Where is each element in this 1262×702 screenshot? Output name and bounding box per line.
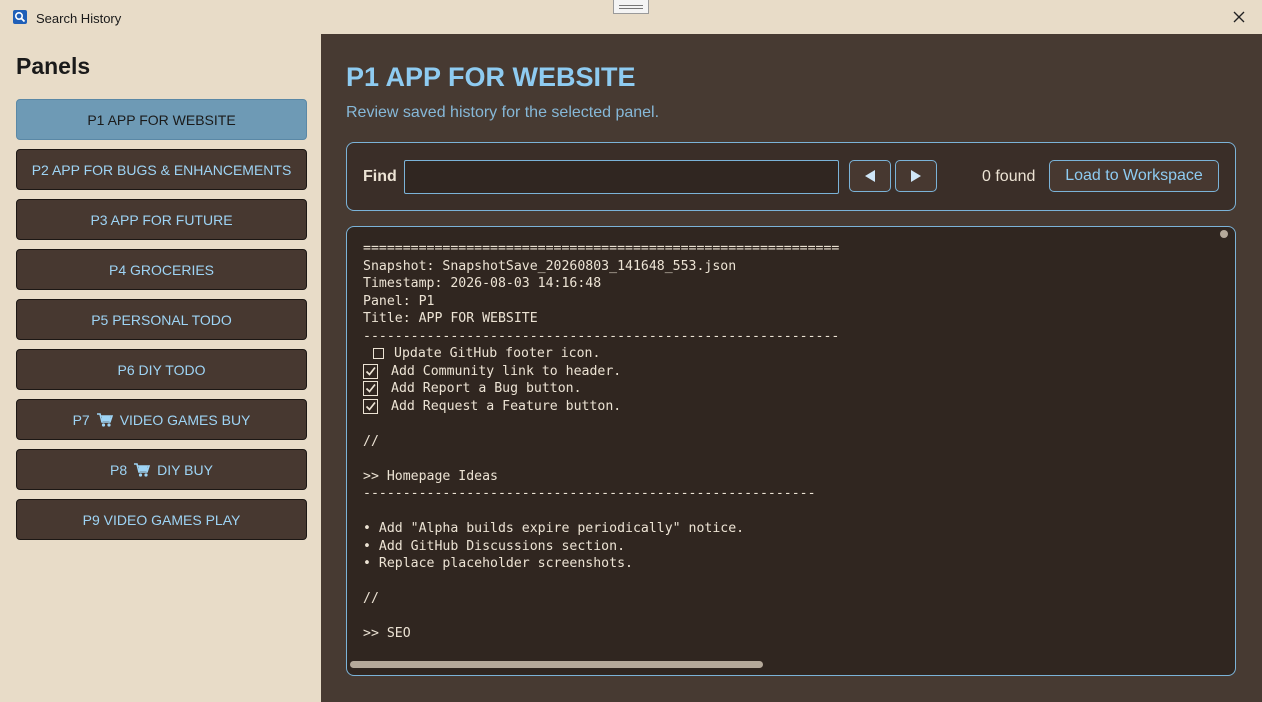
panel-label-suffix: VIDEO GAMES BUY xyxy=(119,411,251,428)
panel-label: P5 PERSONAL TODO xyxy=(91,311,232,328)
panel-label: P3 APP FOR FUTURE xyxy=(90,211,233,228)
checklist-item-text: Update GitHub footer icon. xyxy=(394,346,601,361)
page-subtitle: Review saved history for the selected pa… xyxy=(346,104,660,121)
unchecked-box-icon xyxy=(373,348,384,360)
sidebar-title: Panels xyxy=(16,53,91,79)
page-title: P1 APP FOR WEBSITE xyxy=(346,62,636,92)
history-line: Snapshot: SnapshotSave_20260803_141648_5… xyxy=(363,258,737,274)
panel-button-p8[interactable]: P8 DIY BUY xyxy=(16,449,307,490)
history-line xyxy=(363,608,839,626)
panel-button-p4[interactable]: P4 GROCERIES xyxy=(16,249,307,290)
load-to-workspace-button[interactable]: Load to Workspace xyxy=(1049,160,1219,192)
close-icon xyxy=(1233,11,1245,23)
found-count: 0 found xyxy=(982,168,1036,185)
find-label: Find xyxy=(363,168,397,185)
panel-label: P2 APP FOR BUGS & ENHANCEMENTS xyxy=(31,161,292,178)
history-line: • Add GitHub Discussions section. xyxy=(363,538,626,554)
scroll-corner xyxy=(1220,230,1228,238)
panel-button-p6[interactable]: P6 DIY TODO xyxy=(16,349,307,390)
close-button[interactable] xyxy=(1216,0,1262,34)
history-line: >> SEO xyxy=(363,626,411,641)
checklist-item-text: Add Community link to header. xyxy=(391,363,622,379)
panel-label: P6 DIY TODO xyxy=(117,361,206,378)
checklist-item-text: Add Report a Bug button. xyxy=(391,381,582,396)
panel-label: P8 xyxy=(110,461,128,478)
panel-button-p9[interactable]: P9 VIDEO GAMES PLAY xyxy=(16,499,307,540)
panel-label: P7 xyxy=(72,411,90,428)
app-icon xyxy=(13,10,27,24)
horizontal-scrollbar[interactable] xyxy=(350,661,763,668)
panel-button-p1[interactable]: P1 APP FOR WEBSITE xyxy=(16,99,307,140)
panel-button-p5[interactable]: P5 PERSONAL TODO xyxy=(16,299,307,340)
checklist-item: Add Report a Bug button. xyxy=(363,380,839,398)
title-bar: Search History xyxy=(0,0,1262,34)
history-line xyxy=(363,573,839,591)
history-text: ========================================… xyxy=(363,240,839,643)
history-line: >> Homepage Ideas xyxy=(363,468,498,484)
history-line: Title: APP FOR WEBSITE xyxy=(363,311,538,326)
history-line: // xyxy=(363,433,379,449)
checklist-item: Add Community link to header. xyxy=(363,363,839,381)
shopping-cart-icon xyxy=(133,462,151,478)
history-line: ========================================… xyxy=(363,241,840,256)
shopping-cart-icon xyxy=(96,412,114,428)
history-view[interactable]: ========================================… xyxy=(346,226,1236,676)
sidebar: Panels P1 APP FOR WEBSITE P2 APP FOR BUGS… xyxy=(0,34,321,702)
panel-button-p3[interactable]: P3 APP FOR FUTURE xyxy=(16,199,307,240)
checked-box-icon xyxy=(363,398,378,414)
checked-box-icon xyxy=(363,363,378,379)
history-line: // xyxy=(363,591,379,606)
checklist-item: Update GitHub footer icon. xyxy=(363,345,839,363)
previous-match-button[interactable] xyxy=(849,160,891,192)
drag-grip[interactable] xyxy=(613,0,649,14)
checklist-item: Add Request a Feature button. xyxy=(363,398,839,416)
checklist-item-text: Add Request a Feature button. xyxy=(391,398,622,414)
next-match-button[interactable] xyxy=(895,160,937,192)
history-line: ----------------------------------------… xyxy=(363,328,840,344)
checked-box-icon xyxy=(363,381,378,397)
find-bar: Find 0 found Load to Workspace xyxy=(346,142,1236,211)
window-title: Search History xyxy=(36,11,122,26)
panel-button-p2[interactable]: P2 APP FOR BUGS & ENHANCEMENTS xyxy=(16,149,307,190)
find-input[interactable] xyxy=(404,160,839,194)
panel-label: P1 APP FOR WEBSITE xyxy=(87,111,236,128)
panel-label: P9 VIDEO GAMES PLAY xyxy=(82,511,241,528)
panel-button-p7[interactable]: P7 VIDEO GAMES BUY xyxy=(16,399,307,440)
history-line: • Add "Alpha builds expire periodically"… xyxy=(363,521,745,536)
history-line: Timestamp: 2026-08-03 14:16:48 xyxy=(363,276,602,291)
history-line: • Replace placeholder screenshots. xyxy=(363,556,633,571)
triangle-right-icon xyxy=(911,170,921,182)
history-line xyxy=(363,415,839,433)
panel-label-suffix: DIY BUY xyxy=(157,461,213,478)
panel-label: P4 GROCERIES xyxy=(108,261,215,278)
history-line: Panel: P1 xyxy=(363,293,435,309)
history-line xyxy=(363,503,839,521)
main-area: P1 APP FOR WEBSITE Review saved history … xyxy=(321,34,1262,702)
history-line: ----------------------------------------… xyxy=(363,486,816,501)
triangle-left-icon xyxy=(865,170,875,182)
history-line xyxy=(363,450,839,468)
